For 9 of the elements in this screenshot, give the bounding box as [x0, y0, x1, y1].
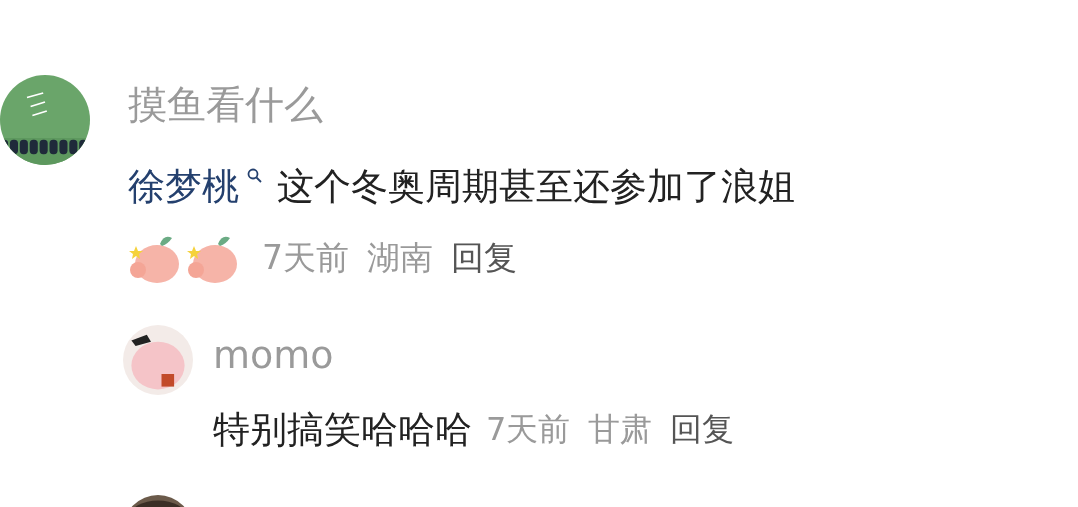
comment-text: 特别搞笑哈哈哈: [213, 407, 472, 453]
location: 湖南: [367, 236, 433, 279]
reply-link[interactable]: 回复: [670, 408, 735, 452]
comment-text: 这个冬奥周期甚至还参加了浪姐: [277, 164, 795, 210]
timestamp: 7天前: [486, 409, 571, 450]
mention-link[interactable]: 徐梦桃: [128, 162, 239, 212]
reply-link[interactable]: 回复: [451, 235, 517, 281]
location: 甘肃: [588, 409, 653, 450]
timestamp: 7天前: [262, 236, 349, 279]
